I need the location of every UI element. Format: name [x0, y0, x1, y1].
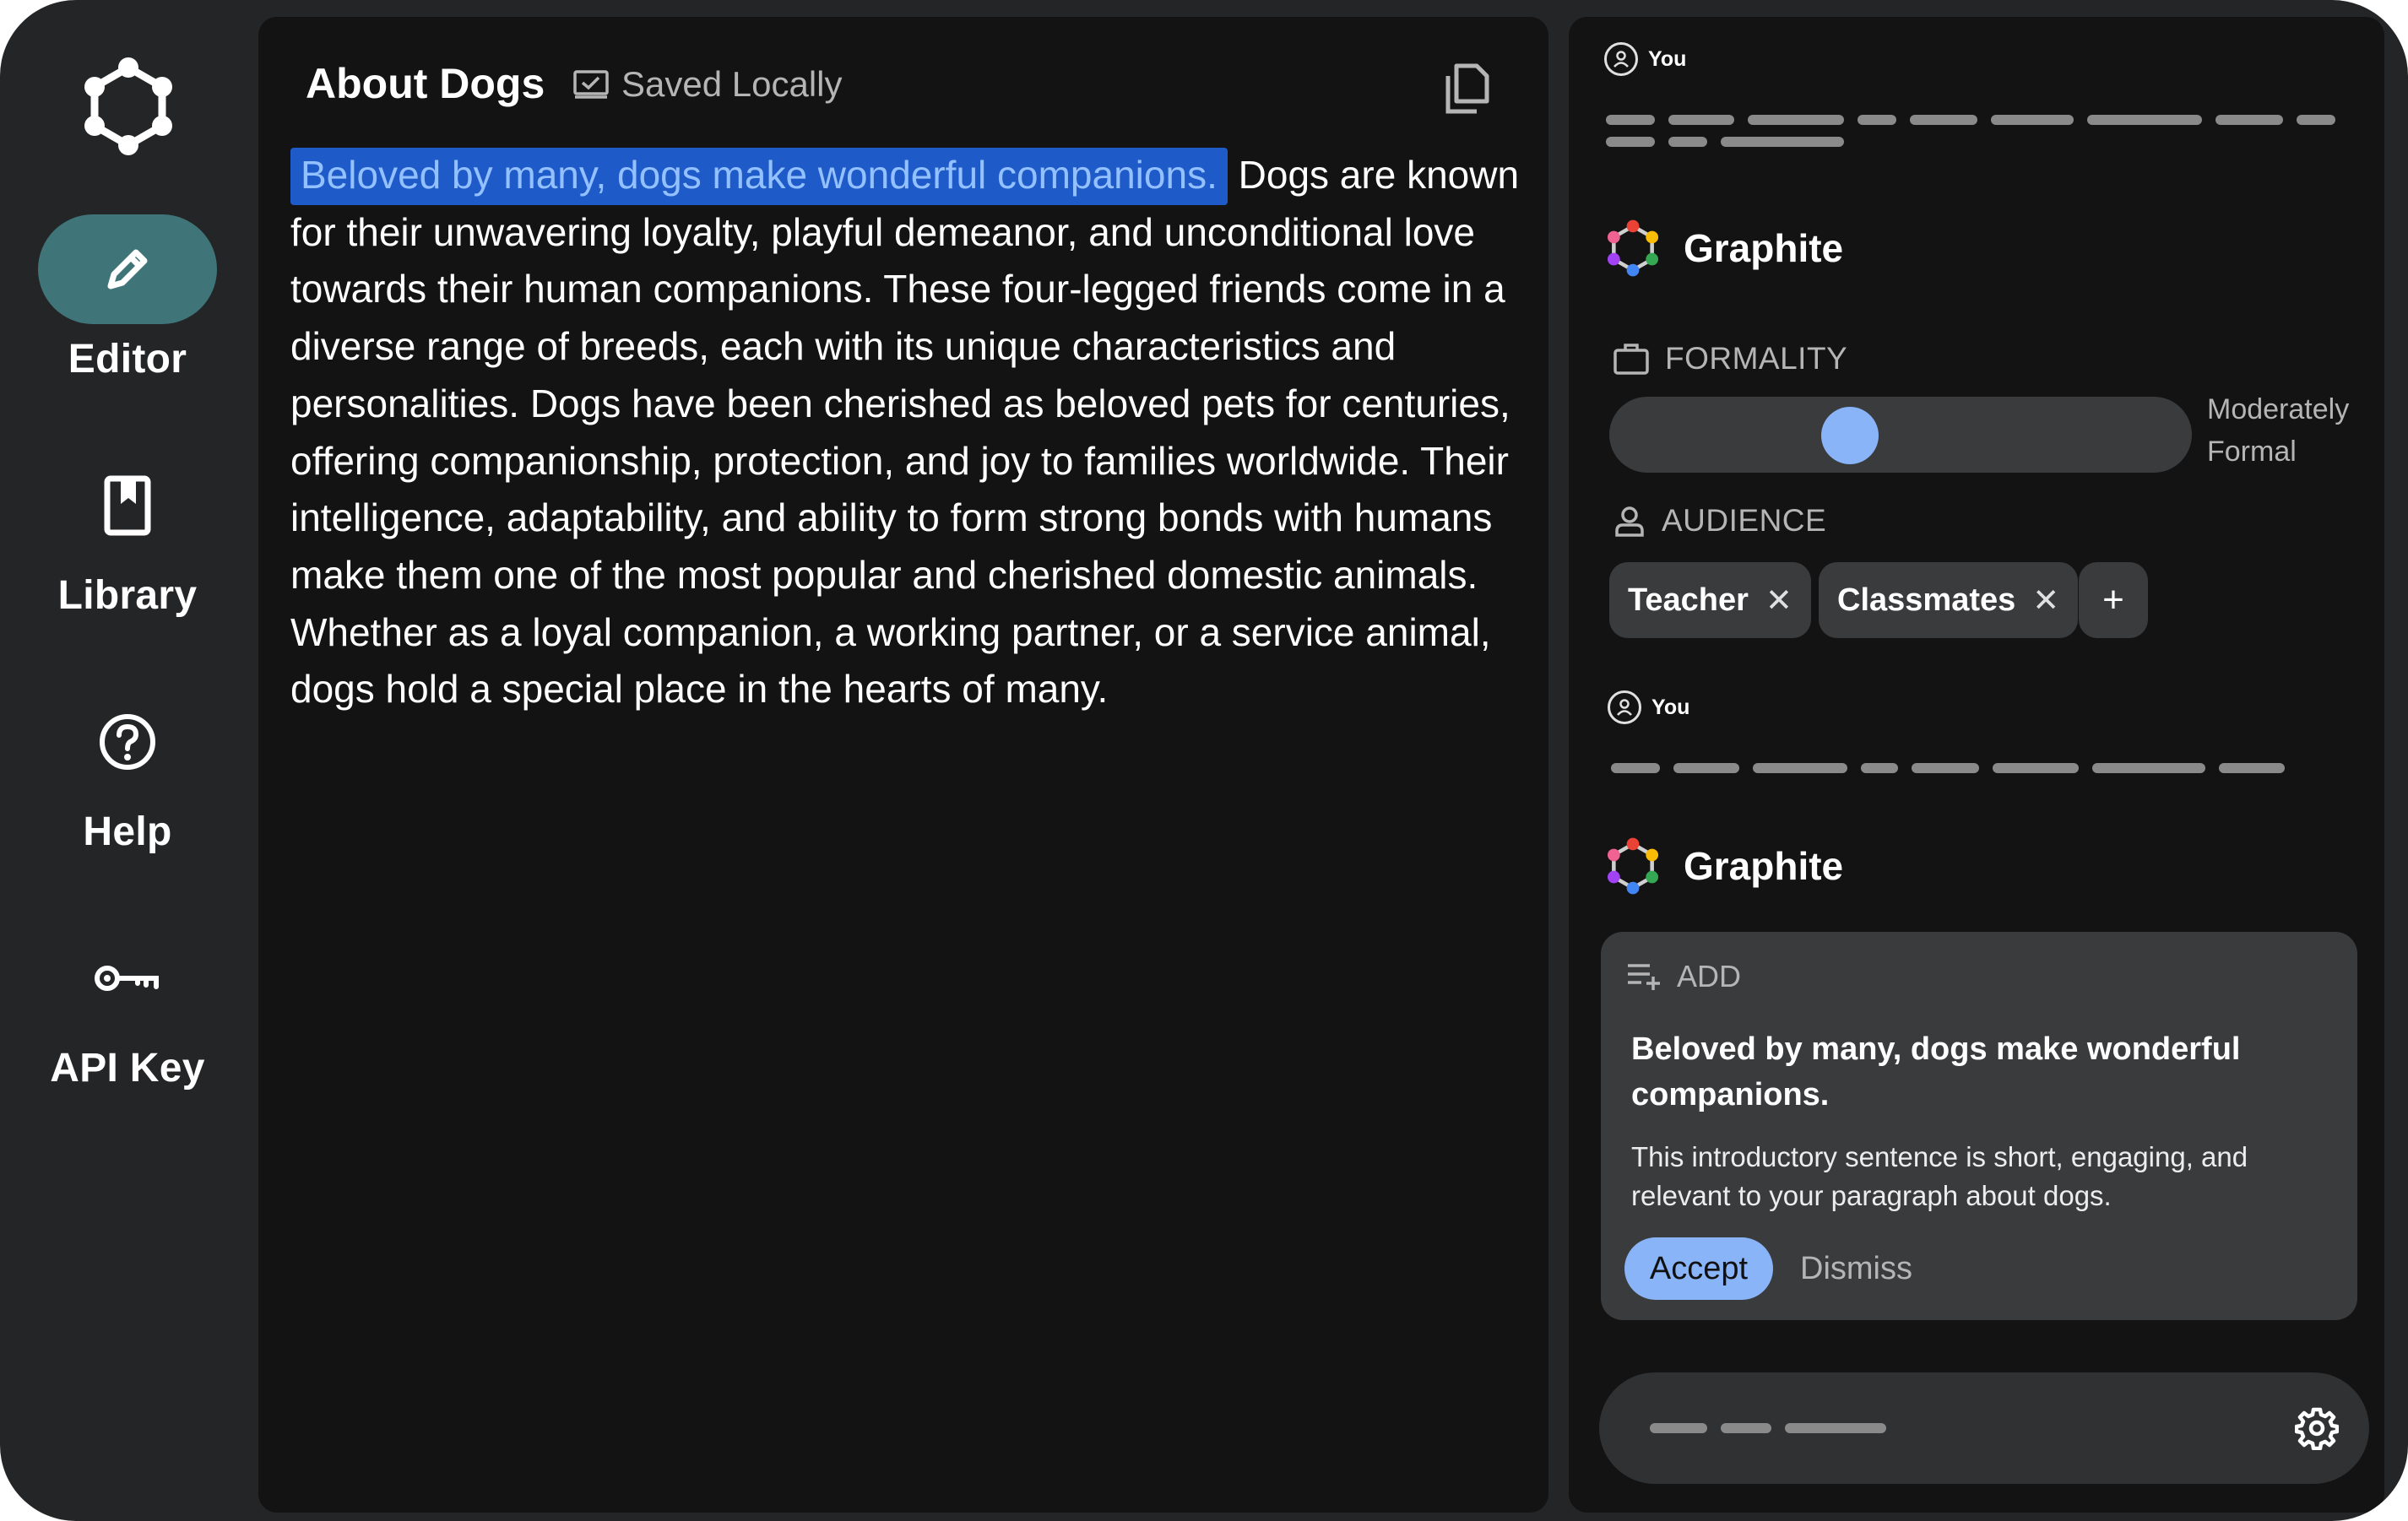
bookmark-icon [104, 475, 151, 536]
user-label: You [1648, 46, 1687, 71]
formality-label: FORMALITY [1613, 341, 1847, 376]
assistant-header: Graphite [1604, 837, 1843, 895]
add-audience-button[interactable]: + [2079, 562, 2148, 638]
user-avatar-icon [1604, 42, 1638, 76]
help-circle-icon [100, 714, 155, 770]
accept-button[interactable]: Accept [1624, 1237, 1773, 1300]
user-message-header: You [1604, 42, 1686, 76]
user-message-placeholder [1611, 763, 2354, 773]
nav-item-editor[interactable]: Editor [17, 214, 238, 382]
app-logo-icon [84, 57, 172, 155]
audience-chip-classmates[interactable]: Classmates ✕ [1819, 562, 2079, 638]
user-message-placeholder [1606, 115, 2349, 147]
document-body-text: Dogs are known for their unwavering loya… [290, 153, 1520, 712]
graphite-logo-icon [1607, 837, 1659, 895]
chip-label: Classmates [1837, 582, 2016, 618]
nav-label-editor: Editor [68, 337, 187, 382]
formality-slider[interactable] [1609, 397, 2192, 473]
nav-item-api-key[interactable]: API Key [17, 923, 238, 1091]
document-body[interactable]: Beloved by many, dogs make wonderful com… [290, 147, 1532, 718]
audience-label: AUDIENCE [1613, 503, 1826, 539]
graphite-logo-icon [1607, 219, 1659, 277]
save-status-label: Saved Locally [621, 64, 843, 104]
message-composer[interactable] [1599, 1372, 2369, 1484]
dismiss-button[interactable]: Dismiss [1800, 1237, 1912, 1300]
nav-label-library: Library [57, 573, 198, 618]
formality-slider-knob[interactable] [1821, 407, 1879, 464]
remove-chip-icon[interactable]: ✕ [1765, 582, 1792, 620]
gear-icon[interactable] [2295, 1406, 2339, 1450]
copy-icon [1445, 63, 1489, 114]
nav-item-help[interactable]: Help [17, 687, 238, 855]
app-window: Editor Library Help API Key About Dogs S… [0, 0, 2408, 1521]
remove-chip-icon[interactable]: ✕ [2032, 582, 2059, 620]
audience-chip-teacher[interactable]: Teacher ✕ [1609, 562, 1811, 638]
suggestion-title: Beloved by many, dogs make wonderful com… [1631, 1031, 2241, 1112]
playlist-add-icon [1628, 964, 1660, 990]
composer-placeholder [1650, 1423, 1886, 1433]
nav-label-help: Help [83, 809, 172, 854]
copy-button[interactable] [1437, 59, 1496, 118]
person-icon [1615, 506, 1644, 537]
document-title[interactable]: About Dogs [306, 59, 545, 108]
suggestion-card: ADD Beloved by many, dogs make wonderful… [1601, 932, 2357, 1320]
assistant-panel: You Graphite FORMALITY Moderately Formal… [1569, 17, 2384, 1513]
user-avatar-icon [1608, 690, 1641, 724]
editor-pane: About Dogs Saved Locally Beloved by many… [258, 17, 1548, 1513]
sidebar-nav: Editor Library Help API Key [0, 0, 253, 1521]
assistant-header: Graphite [1604, 219, 1843, 277]
saved-check-icon [573, 70, 609, 99]
briefcase-icon [1613, 344, 1649, 375]
assistant-name: Graphite [1684, 226, 1844, 270]
suggestion-type: ADD [1626, 959, 1741, 994]
suggestion-description: This introductory sentence is short, eng… [1631, 1141, 2248, 1211]
audience-label-text: AUDIENCE [1662, 503, 1827, 538]
key-icon [95, 966, 159, 991]
user-message-header: You [1608, 690, 1689, 724]
formality-label-text: FORMALITY [1665, 341, 1848, 376]
pencil-icon [107, 249, 148, 290]
formality-value: Moderately Formal [2207, 393, 2350, 468]
highlighted-sentence[interactable]: Beloved by many, dogs make wonderful com… [290, 148, 1228, 205]
suggestion-type-label: ADD [1677, 959, 1742, 993]
assistant-name: Graphite [1684, 844, 1844, 888]
chip-label: Teacher [1628, 582, 1749, 618]
nav-label-api-key: API Key [50, 1046, 205, 1091]
save-status: Saved Locally [572, 64, 843, 105]
nav-item-library[interactable]: Library [17, 451, 238, 619]
user-label: You [1651, 695, 1690, 719]
